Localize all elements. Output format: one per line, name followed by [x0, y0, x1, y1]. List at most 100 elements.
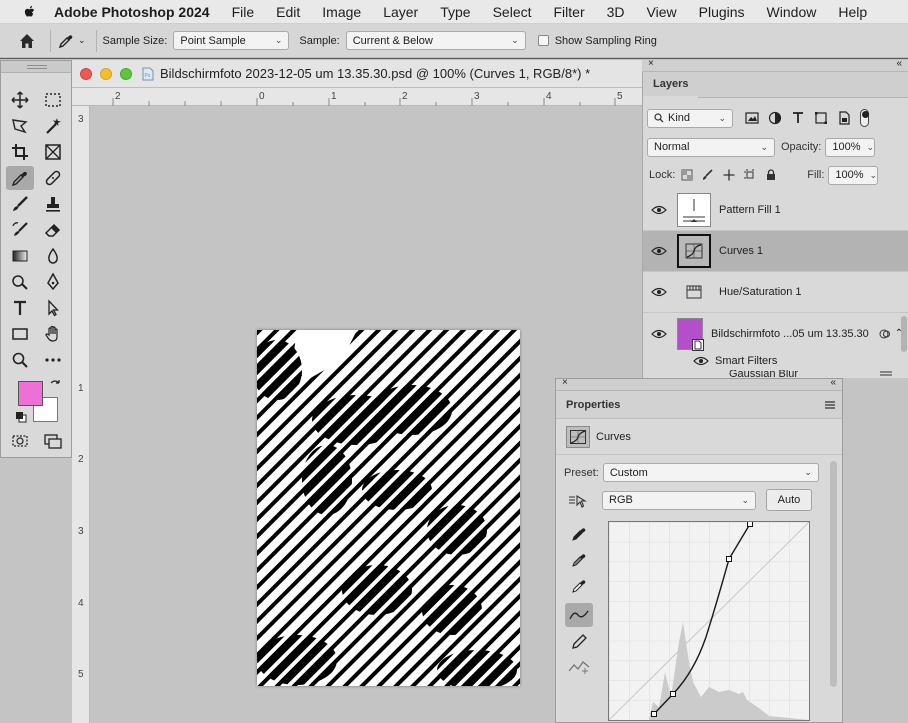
magic-wand-tool[interactable] [39, 114, 67, 138]
tab-properties[interactable]: Properties [566, 399, 620, 411]
path-selection-tool[interactable] [39, 296, 67, 320]
menu-plugins[interactable]: Plugins [699, 4, 745, 20]
eye-icon[interactable] [693, 356, 709, 366]
curve-point[interactable] [726, 556, 732, 562]
quick-mask-button[interactable] [6, 429, 34, 453]
panel-dock-header[interactable]: × « [642, 58, 908, 72]
lock-artboard-icon[interactable] [744, 169, 756, 181]
crop-tool[interactable] [6, 140, 34, 164]
lock-transparent-pixels-icon[interactable] [681, 169, 693, 181]
menu-help[interactable]: Help [838, 4, 867, 20]
layer-filter-kind-select[interactable]: Kind ⌄ [647, 108, 733, 128]
menu-type[interactable]: Type [440, 4, 470, 20]
sample-size-select[interactable]: Point Sample ⌄ [173, 31, 290, 50]
menu-layer[interactable]: Layer [383, 4, 418, 20]
layer-row-smart-object[interactable]: Bildschirmfoto ...05 um 13.35.30 ⌃ [643, 313, 908, 354]
zoom-window-button[interactable] [120, 67, 132, 80]
move-tool[interactable] [6, 88, 34, 112]
zoom-tool[interactable] [6, 348, 34, 372]
eraser-tool[interactable] [39, 218, 67, 242]
filter-toggle-switch[interactable] [860, 109, 869, 127]
menu-window[interactable]: Window [767, 4, 817, 20]
white-point-eyedropper-icon[interactable] [570, 577, 588, 595]
edit-points-button[interactable] [565, 603, 593, 627]
app-name-menu[interactable]: Adobe Photoshop 2024 [54, 4, 210, 20]
menu-image[interactable]: Image [322, 4, 361, 20]
hand-tool[interactable] [39, 322, 67, 346]
vertical-ruler[interactable]: 3 1 2 3 4 5 [72, 106, 90, 723]
document-title-bar[interactable]: Ps Bildschirmfoto 2023-12-05 um 13.35.30… [72, 60, 642, 88]
layers-scrollbar[interactable] [901, 316, 907, 352]
type-tool[interactable] [6, 296, 34, 320]
lock-position-icon[interactable] [723, 169, 735, 181]
curve-point[interactable] [651, 711, 657, 717]
default-colors-icon[interactable] [15, 411, 27, 423]
auto-button[interactable]: Auto [766, 489, 812, 511]
screen-mode-button[interactable] [39, 429, 67, 453]
preset-select[interactable]: Custom ⌄ [602, 463, 819, 482]
history-brush-tool[interactable] [6, 218, 34, 242]
gradient-tool[interactable] [6, 244, 34, 268]
curves-graph[interactable] [608, 521, 810, 721]
smart-filter-badge-icon[interactable] [879, 328, 891, 340]
sampling-ring-checkbox[interactable] [537, 35, 549, 46]
curve-point[interactable] [747, 521, 753, 527]
close-window-button[interactable] [80, 67, 92, 80]
black-point-eyedropper-icon[interactable] [570, 525, 588, 543]
image-canvas[interactable] [257, 330, 520, 686]
menu-edit[interactable]: Edit [276, 4, 300, 20]
opacity-field[interactable]: 100% ⌄ [825, 137, 876, 157]
brush-tool[interactable] [6, 192, 34, 216]
panel-menu-icon[interactable] [824, 400, 836, 410]
filter-options-icon[interactable] [879, 370, 893, 378]
menu-filter[interactable]: Filter [554, 4, 585, 20]
minimize-window-button[interactable] [100, 67, 112, 80]
curve-point[interactable] [670, 691, 676, 697]
apple-menu-icon[interactable] [20, 4, 40, 20]
home-button[interactable] [10, 27, 44, 55]
tab-layers[interactable]: Layers [643, 72, 699, 98]
filter-type-icon[interactable] [791, 111, 805, 125]
sample-select[interactable]: Current & Below ⌄ [345, 31, 526, 50]
fill-field[interactable]: 100% ⌄ [828, 165, 879, 185]
blur-tool[interactable] [39, 244, 67, 268]
blend-mode-select[interactable]: Normal ⌄ [647, 137, 775, 157]
more-tools-button[interactable] [39, 348, 67, 372]
dodge-tool[interactable] [6, 270, 34, 294]
menu-view[interactable]: View [647, 4, 677, 20]
menu-3d[interactable]: 3D [607, 4, 625, 20]
pencil-icon[interactable] [570, 633, 588, 651]
lock-all-icon[interactable] [765, 169, 777, 181]
eye-icon[interactable] [651, 246, 667, 256]
properties-panel-header[interactable]: × « [556, 377, 842, 391]
frame-tool[interactable] [39, 140, 67, 164]
eyedropper-tool[interactable] [6, 166, 34, 190]
channel-select[interactable]: RGB ⌄ [602, 490, 756, 510]
filter-smart-object-icon[interactable] [837, 111, 851, 125]
collapse-icon[interactable]: « [830, 377, 836, 388]
tool-preset-picker[interactable]: ⌄ [57, 32, 86, 50]
lasso-tool[interactable] [6, 114, 34, 138]
lock-image-pixels-icon[interactable] [702, 169, 714, 181]
layer-row-curves[interactable]: Curves 1 [643, 231, 908, 272]
layer-row-hue-saturation[interactable]: Hue/Saturation 1 [643, 272, 908, 313]
close-icon[interactable]: × [648, 58, 654, 69]
foreground-color-swatch[interactable] [18, 381, 43, 406]
smart-filters-row[interactable]: Smart Filters [643, 354, 908, 368]
eye-icon[interactable] [651, 329, 667, 339]
marquee-tool[interactable] [39, 88, 67, 112]
filter-pixel-icon[interactable] [745, 111, 759, 125]
eye-icon[interactable] [651, 287, 667, 297]
clone-stamp-tool[interactable] [39, 192, 67, 216]
filter-shape-icon[interactable] [814, 111, 828, 125]
pen-tool[interactable] [39, 270, 67, 294]
close-icon[interactable]: × [562, 377, 568, 388]
healing-brush-tool[interactable] [39, 166, 67, 190]
toolbox-header[interactable] [1, 61, 71, 73]
on-image-adjustment-icon[interactable] [568, 491, 588, 509]
smooth-curve-icon[interactable] [568, 659, 590, 675]
filter-adjustment-icon[interactable] [768, 111, 782, 125]
eye-icon[interactable] [651, 205, 667, 215]
rectangle-tool[interactable] [6, 322, 34, 346]
horizontal-ruler[interactable]: 2 0 1 2 3 4 5 [72, 88, 642, 106]
